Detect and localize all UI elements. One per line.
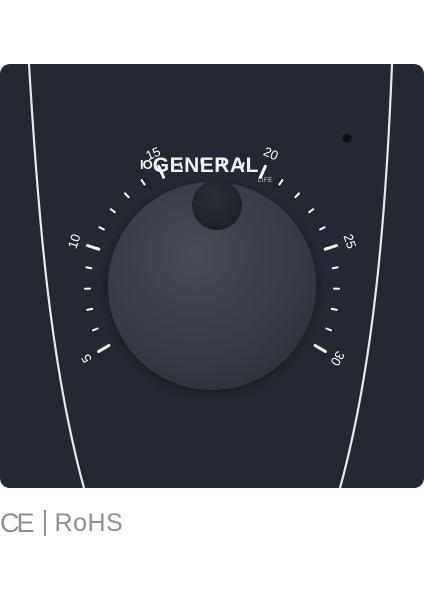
thermostat-faceplate: 5 10 15 20 25 30 IOGENERAL LIFE [0, 64, 424, 488]
minor-tick [98, 226, 105, 231]
major-tick [97, 344, 111, 353]
scale-label-25: 25 [341, 232, 360, 250]
knob-grip-indent[interactable] [192, 180, 242, 230]
brand-logo: IOGENERAL LIFE [140, 154, 272, 184]
minor-tick [140, 179, 146, 186]
product-image: 5 10 15 20 25 30 IOGENERAL LIFE CE RoHS [0, 0, 424, 600]
minor-tick [85, 266, 93, 270]
minor-tick [308, 208, 315, 214]
minor-tick [86, 307, 94, 311]
indicator-light [342, 133, 352, 143]
brand-name: GENERAL [152, 154, 259, 177]
scale-label-20: 20 [261, 144, 280, 164]
major-tick [258, 164, 267, 179]
major-tick [85, 244, 101, 251]
cert-divider [43, 510, 46, 536]
minor-tick [294, 192, 300, 199]
minor-tick [109, 208, 116, 214]
minor-tick [325, 327, 332, 332]
brand-prefix: IO [140, 157, 153, 172]
rohs-mark: RoHS [54, 508, 124, 537]
major-tick [323, 244, 339, 251]
minor-tick [278, 179, 284, 186]
right-trim-line [338, 64, 394, 488]
scale-label-30: 30 [327, 348, 347, 368]
faceplate-graphics: 51015 202530 [27, 64, 394, 488]
minor-tick [124, 192, 130, 199]
brand-sub: LIFE [258, 178, 273, 184]
scale-label-10: 10 [65, 232, 84, 250]
minor-tick [331, 266, 339, 270]
left-trim-line [27, 64, 86, 488]
minor-tick [92, 327, 99, 332]
minor-tick [330, 307, 338, 311]
major-tick [313, 344, 327, 353]
minor-tick [319, 226, 326, 231]
scale-label-5: 5 [78, 352, 95, 366]
certification-marks: CE RoHS [0, 508, 123, 538]
ce-mark: CE [0, 507, 34, 538]
